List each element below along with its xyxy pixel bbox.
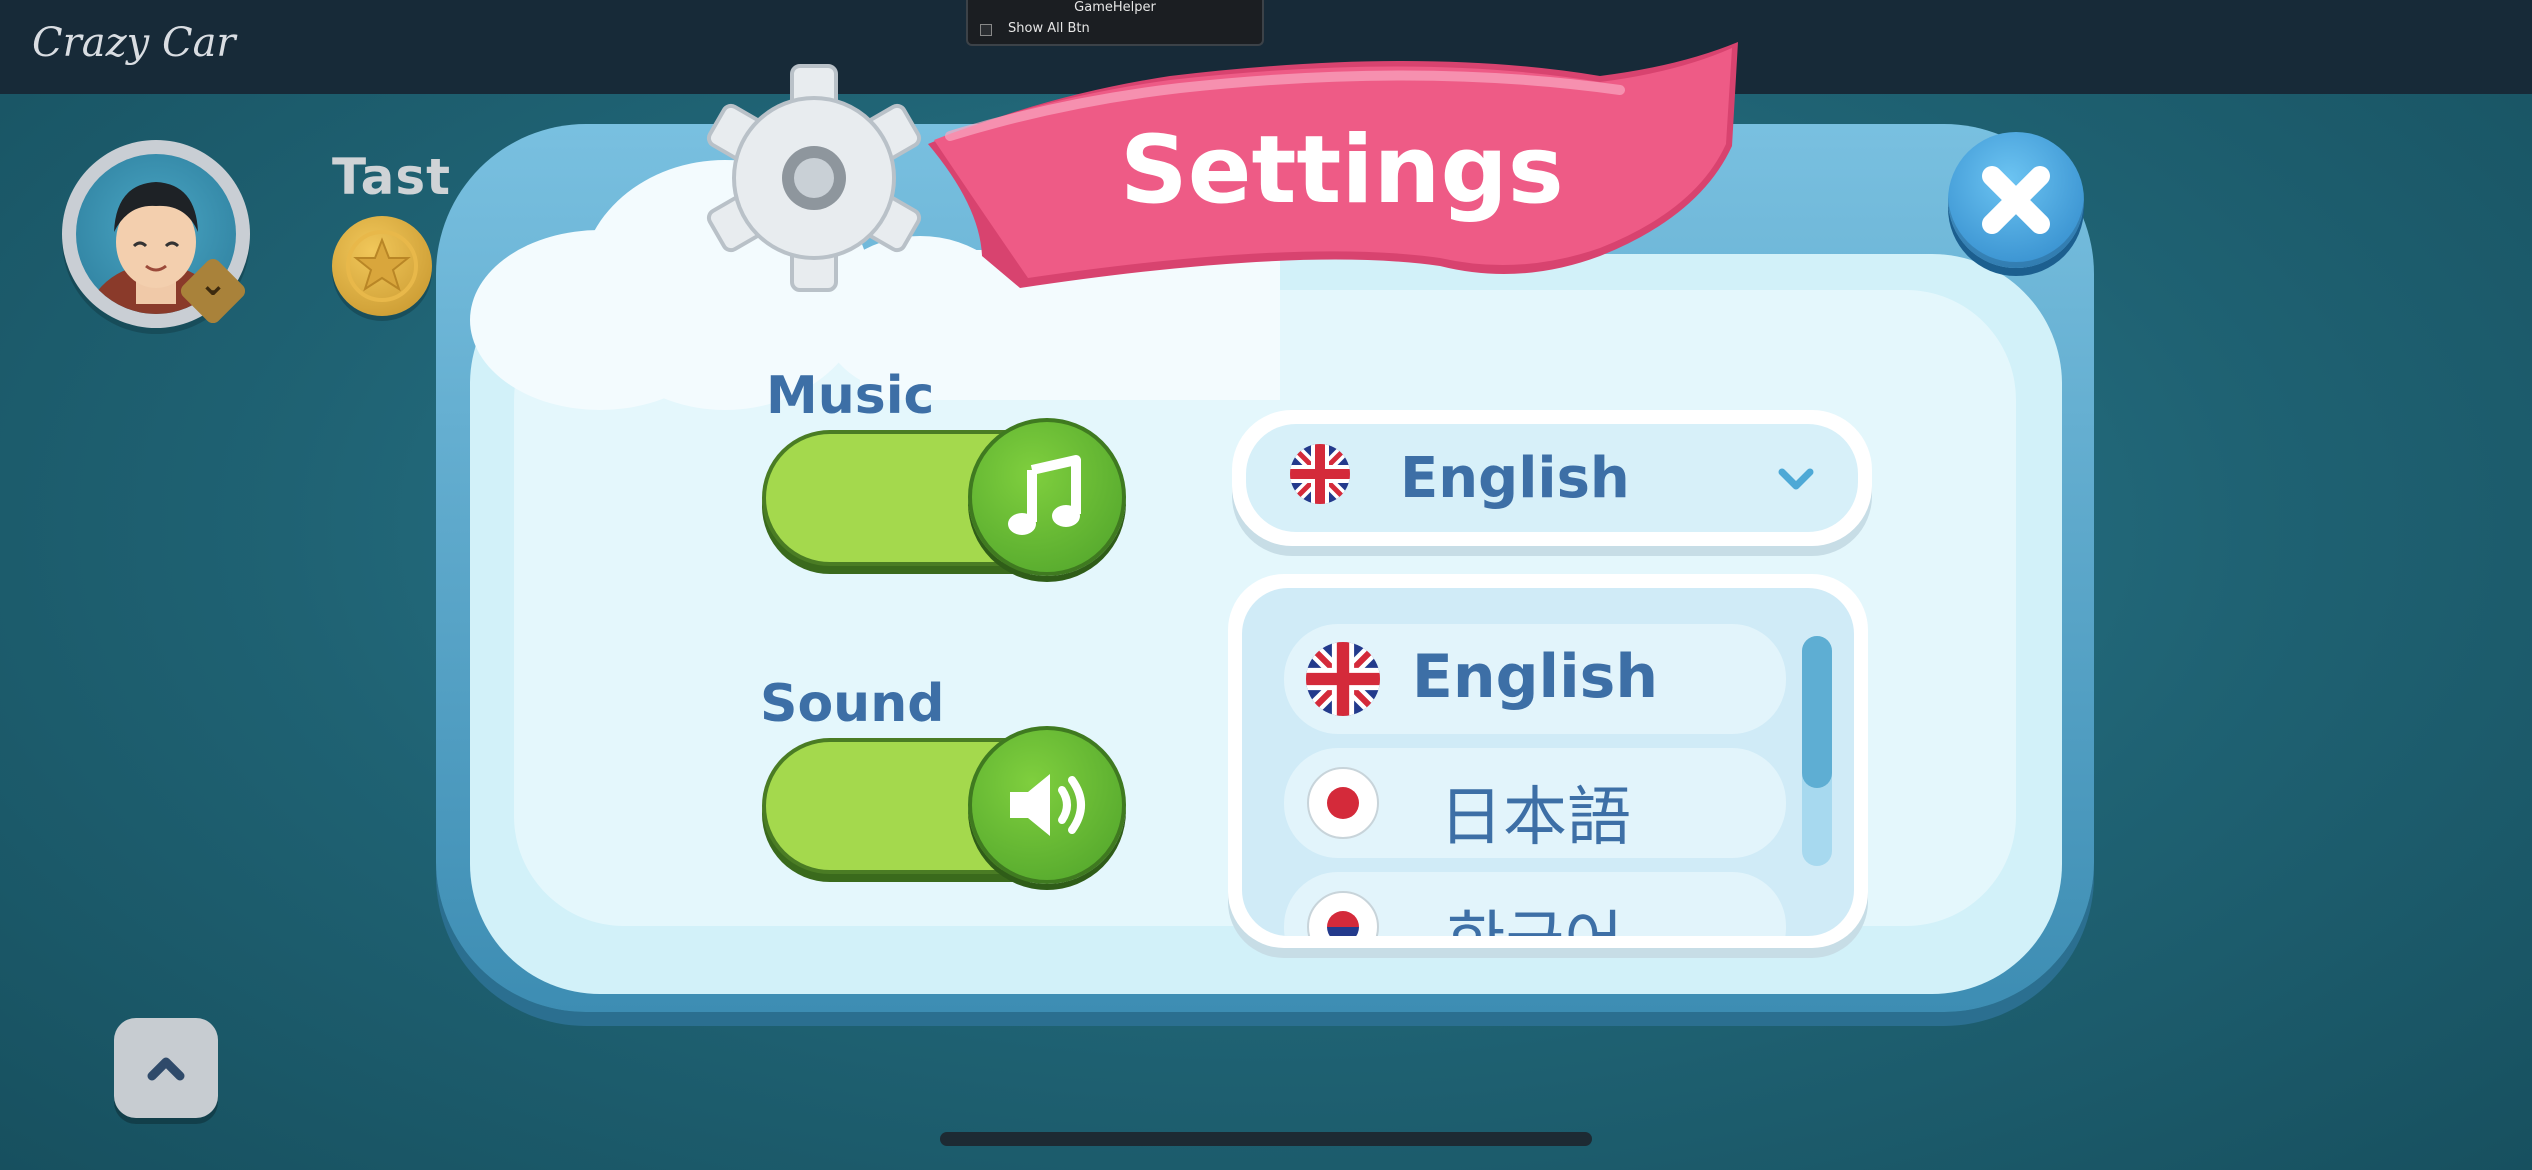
game-helper-title: GameHelper xyxy=(1074,0,1156,15)
coin-icon xyxy=(332,216,432,316)
close-button[interactable] xyxy=(1948,132,2084,268)
chevron-down-icon xyxy=(1778,468,1814,490)
language-dropdown[interactable]: English xyxy=(1232,410,1872,546)
settings-title: Settings xyxy=(1120,116,1564,225)
language-option-label: 日本語 xyxy=(1439,781,1631,855)
language-option-english[interactable]: English xyxy=(1284,624,1786,734)
language-list-scrollbar[interactable] xyxy=(1802,636,1832,866)
home-indicator[interactable] xyxy=(940,1132,1592,1146)
speaker-icon xyxy=(1010,774,1085,836)
chevron-up-icon xyxy=(147,1057,185,1081)
scrollbar-thumb[interactable] xyxy=(1802,636,1832,788)
language-option-japanese[interactable]: 日本語 xyxy=(1284,748,1786,858)
chevron-down-icon: ⌄ xyxy=(198,264,228,304)
show-all-btn-label: Show All Btn xyxy=(1008,21,1090,36)
gear-icon xyxy=(706,64,922,292)
expand-up-button[interactable] xyxy=(114,1018,218,1118)
app-title: Crazy Car xyxy=(32,20,236,66)
music-toggle-knob[interactable] xyxy=(968,418,1126,576)
sound-label: Sound xyxy=(760,674,945,734)
language-option-korean[interactable]: 한국어 xyxy=(1284,872,1786,936)
selected-language: English xyxy=(1400,446,1630,511)
language-option-label: English xyxy=(1411,642,1659,712)
player-name: Tast xyxy=(332,148,452,206)
language-list-body: English 日本語 한국어 xyxy=(1242,588,1854,936)
music-label: Music xyxy=(766,366,935,426)
sound-toggle-knob[interactable] xyxy=(968,726,1126,884)
close-icon xyxy=(1982,166,2050,234)
language-dropdown-field: English xyxy=(1246,424,1858,532)
show-all-btn-checkbox[interactable] xyxy=(980,24,992,36)
music-note-icon xyxy=(1008,455,1081,535)
language-list[interactable]: English 日本語 한국어 xyxy=(1228,574,1868,948)
language-option-label: 한국어 xyxy=(1284,890,1786,936)
uk-flag-icon xyxy=(1290,444,1350,504)
